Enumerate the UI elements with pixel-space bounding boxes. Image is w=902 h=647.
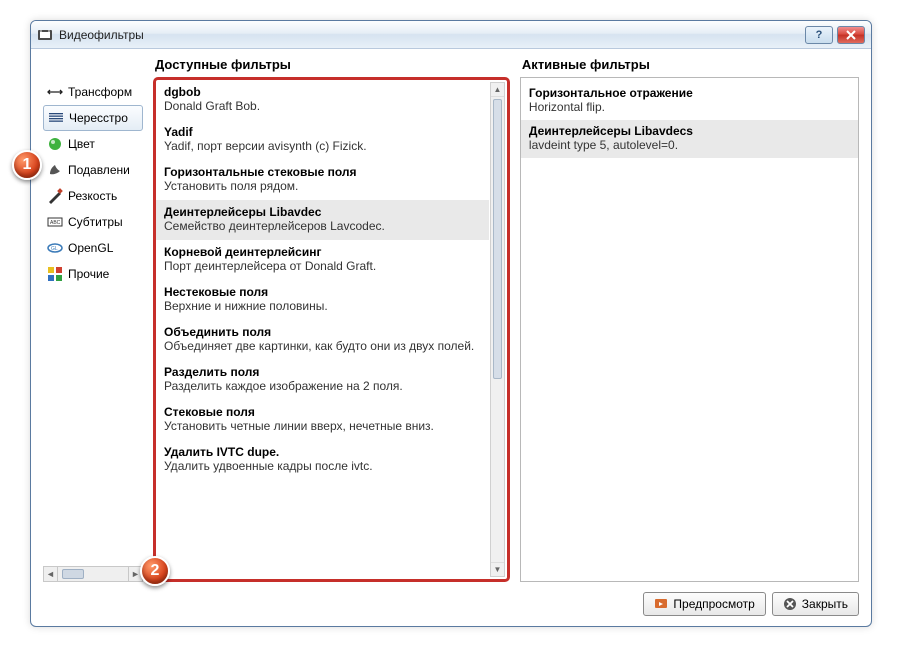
close-label: Закрыть [802,597,848,611]
interlace-icon [48,110,64,126]
window-title: Видеофильтры [59,28,805,42]
window-controls: ? [805,26,865,44]
available-filters-panel: Доступные фильтры dgbobDonald Graft Bob.… [153,57,510,582]
sidebar-item-noise[interactable]: Подавлени [43,157,143,183]
filter-item[interactable]: Разделить поляРазделить каждое изображен… [156,360,489,400]
active-filter-list[interactable]: Горизонтальное отражениеHorizontal flip.… [521,78,858,162]
active-filter-item[interactable]: Деинтерлейсеры Libavdecslavdeint type 5,… [521,120,858,158]
sharpness-icon [47,188,63,204]
sidebar-item-label: Подавлени [68,163,130,177]
filter-item[interactable]: YadifYadif, порт версии avisynth (c) Fiz… [156,120,489,160]
preview-button[interactable]: Предпросмотр [643,592,765,616]
transform-icon [47,84,63,100]
bottom-button-bar: Предпросмотр Закрыть [43,582,859,616]
color-icon [47,136,63,152]
filter-item[interactable]: Деинтерлейсеры LibavdecСемейство деинтер… [156,200,489,240]
titlebar: Видеофильтры ? [31,21,871,49]
scroll-thumb[interactable] [493,99,502,379]
filter-item[interactable]: Стековые поляУстановить четные линии вве… [156,400,489,440]
svg-text:GL: GL [51,246,58,252]
sidebar-item-label: OpenGL [68,241,113,255]
available-list-box: dgbobDonald Graft Bob. YadifYadif, порт … [153,77,510,582]
sidebar-item-color[interactable]: Цвет [43,131,143,157]
filter-item[interactable]: Удалить IVTC dupe.Удалить удвоенные кадр… [156,440,489,480]
scroll-down-icon[interactable]: ▼ [491,562,504,576]
sidebar-item-sharpness[interactable]: Резкость [43,183,143,209]
dialog-window: Видеофильтры ? Трансформ Чересстро [30,20,872,627]
active-list-box: Горизонтальное отражениеHorizontal flip.… [520,77,859,582]
filter-item[interactable]: Горизонтальные стековые поляУстановить п… [156,160,489,200]
sidebar-item-label: Чересстро [69,111,128,125]
filter-item[interactable]: dgbobDonald Graft Bob. [156,80,489,120]
sidebar-item-other[interactable]: Прочие [43,261,143,287]
sidebar-item-label: Прочие [68,267,109,281]
noise-icon [47,162,63,178]
sidebar-item-label: Цвет [68,137,95,151]
annotation-badge-2: 2 [140,556,170,586]
active-header: Активные фильтры [520,57,859,77]
filter-item[interactable]: Объединить поляОбъединяет две картинки, … [156,320,489,360]
content-area: Трансформ Чересстро Цвет Подавлени [31,49,871,626]
sidebar-item-subtitles[interactable]: ABC Субтитры [43,209,143,235]
close-dialog-button[interactable]: Закрыть [772,592,859,616]
columns: Трансформ Чересстро Цвет Подавлени [43,57,859,582]
scroll-thumb[interactable] [62,569,84,579]
sidebar-item-opengl[interactable]: GL OpenGL [43,235,143,261]
sidebar-item-transform[interactable]: Трансформ [43,79,143,105]
sidebar-item-label: Резкость [68,189,117,203]
preview-icon [654,597,668,611]
available-filter-list[interactable]: dgbobDonald Graft Bob. YadifYadif, порт … [156,80,489,579]
active-filters-panel: Активные фильтры Горизонтальное отражени… [520,57,859,582]
sidebar-item-label: Субтитры [68,215,123,229]
filter-item[interactable]: Нестековые поляВерхние и нижние половины… [156,280,489,320]
category-list: Трансформ Чересстро Цвет Подавлени [43,57,143,562]
scroll-left-icon[interactable]: ◄ [44,567,58,581]
opengl-icon: GL [47,240,63,256]
sidebar-item-label: Трансформ [68,85,132,99]
sidebar-scrollbar[interactable]: ◄ ► [43,566,143,582]
preview-label: Предпросмотр [673,597,754,611]
sidebar-item-interlace[interactable]: Чересстро [43,105,143,131]
svg-text:ABC: ABC [50,220,61,226]
active-filter-item[interactable]: Горизонтальное отражениеHorizontal flip. [521,82,858,120]
filter-item[interactable]: Корневой деинтерлейсингПорт деинтерлейсе… [156,240,489,280]
subtitles-icon: ABC [47,214,63,230]
close-icon [783,597,797,611]
available-header: Доступные фильтры [153,57,510,77]
available-scrollbar[interactable]: ▲ ▼ [490,82,505,577]
other-icon [47,266,63,282]
category-sidebar: Трансформ Чересстро Цвет Подавлени [43,57,143,582]
help-button[interactable]: ? [805,26,833,44]
close-button[interactable] [837,26,865,44]
annotation-badge-1: 1 [12,150,42,180]
scroll-up-icon[interactable]: ▲ [491,83,504,97]
app-icon [37,27,53,43]
